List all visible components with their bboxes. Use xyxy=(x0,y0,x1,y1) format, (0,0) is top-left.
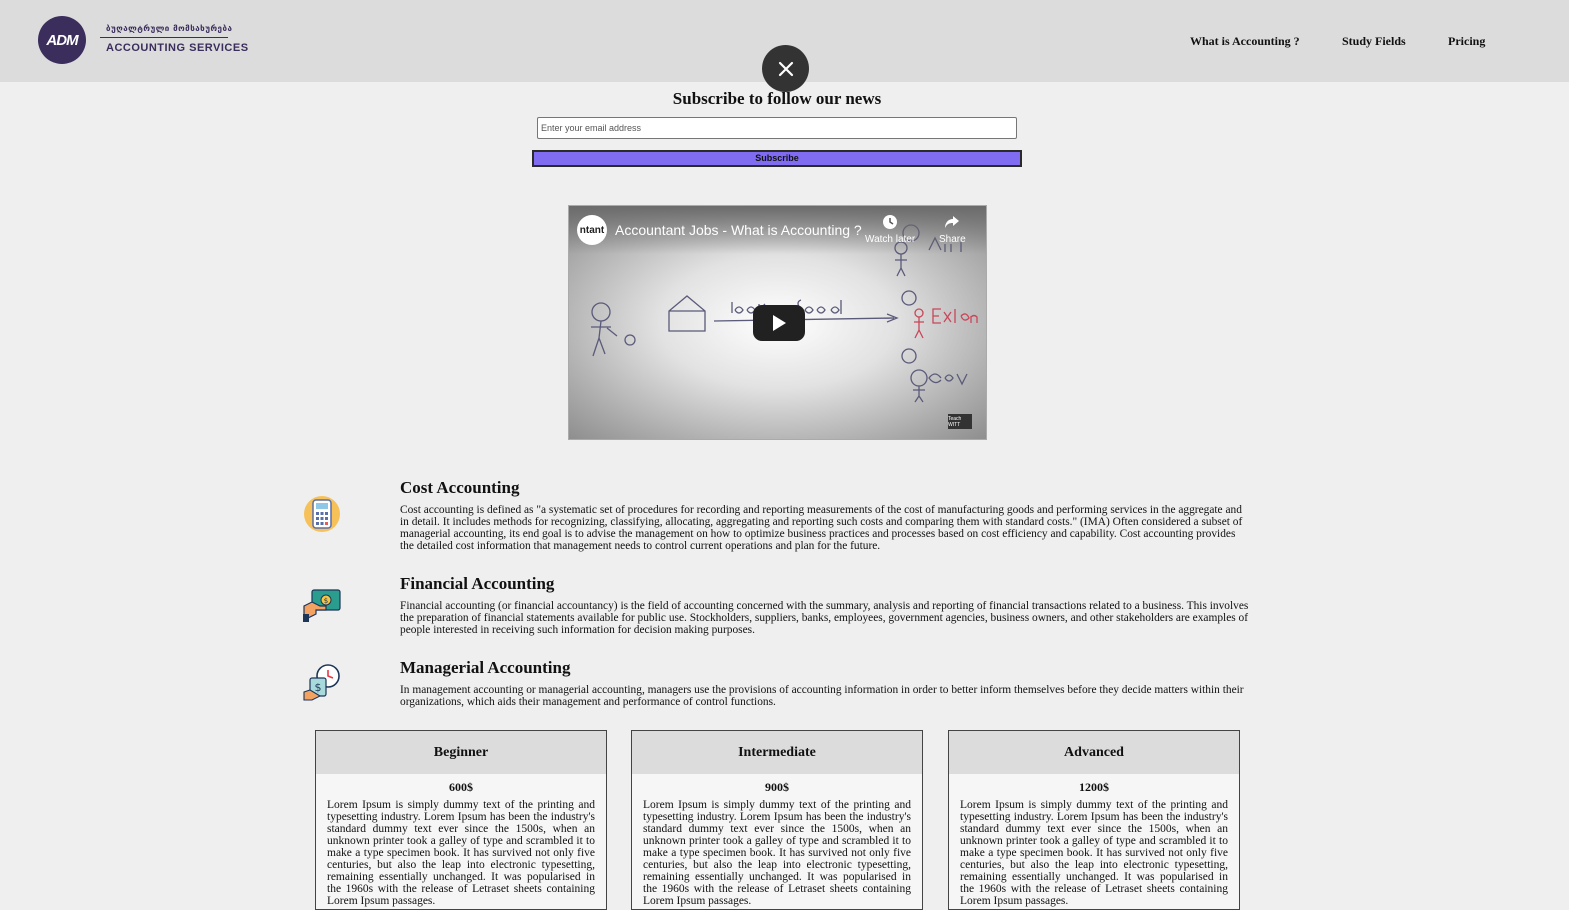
share-button[interactable]: Share xyxy=(939,214,966,245)
pricing-card-beginner: Beginner 600$ Lorem Ipsum is simply dumm… xyxy=(315,730,607,910)
managerial-accounting-title: Managerial Accounting xyxy=(400,658,571,677)
financial-accounting-title: Financial Accounting xyxy=(400,574,555,593)
share-icon xyxy=(945,216,960,228)
nav-what-is-accounting[interactable]: What is Accounting ? xyxy=(1190,34,1300,49)
play-icon xyxy=(773,315,786,331)
watch-later-button[interactable]: Watch later xyxy=(865,214,915,245)
channel-avatar[interactable]: ntant xyxy=(577,215,607,245)
cost-accounting-title: Cost Accounting xyxy=(400,478,520,497)
financial-accounting-text: Financial accounting (or financial accou… xyxy=(400,600,1249,636)
money-hand-icon: $ xyxy=(303,589,341,622)
logo-services-text: ACCOUNTING SERVICES xyxy=(106,42,249,54)
subscribe-button[interactable]: Subscribe xyxy=(532,150,1022,167)
subscribe-title: Subscribe to follow our news xyxy=(672,89,882,108)
money-clock-icon: $ xyxy=(303,664,340,701)
pricing-card-text: Lorem Ipsum is simply dummy text of the … xyxy=(643,799,911,907)
pricing-card-price: 600$ xyxy=(449,780,473,794)
logo-mark[interactable]: ADM xyxy=(38,16,86,64)
video-player[interactable]: ntant Accountant Jobs - What is Accounti… xyxy=(568,205,987,440)
pricing-card-intermediate: Intermediate 900$ Lorem Ipsum is simply … xyxy=(631,730,923,910)
svg-text:$: $ xyxy=(315,681,322,694)
nav-study-fields[interactable]: Study Fields xyxy=(1342,34,1406,49)
close-button[interactable] xyxy=(762,45,809,92)
watch-later-label: Watch later xyxy=(865,234,916,245)
email-input[interactable]: Enter your email address xyxy=(537,117,1017,139)
video-title[interactable]: Accountant Jobs - What is Accounting ? xyxy=(615,222,862,238)
pricing-card-price: 1200$ xyxy=(1079,780,1109,794)
pricing-card-advanced: Advanced 1200$ Lorem Ipsum is simply dum… xyxy=(948,730,1240,910)
share-label: Share xyxy=(939,234,966,245)
play-button[interactable] xyxy=(753,305,805,341)
video-watermark: Teach WITT xyxy=(948,414,972,429)
logo-divider xyxy=(100,37,228,38)
pricing-card-text: Lorem Ipsum is simply dummy text of the … xyxy=(327,799,595,907)
calculator-icon xyxy=(304,496,340,532)
cost-accounting-text: Cost accounting is defined as "a systema… xyxy=(400,504,1243,552)
pricing-card-price: 900$ xyxy=(765,780,789,794)
nav-pricing[interactable]: Pricing xyxy=(1448,34,1485,49)
managerial-accounting-text: In management accounting or managerial a… xyxy=(400,684,1244,708)
pricing-card-text: Lorem Ipsum is simply dummy text of the … xyxy=(960,799,1228,907)
pricing-card-title: Intermediate xyxy=(632,731,922,774)
close-icon xyxy=(778,61,793,76)
svg-text:$: $ xyxy=(324,597,328,605)
logo-georgian-text: ბუღალტრული მომსახურება xyxy=(106,24,233,33)
pricing-card-title: Beginner xyxy=(316,731,606,774)
pricing-card-title: Advanced xyxy=(949,731,1239,774)
clock-icon xyxy=(883,215,898,229)
